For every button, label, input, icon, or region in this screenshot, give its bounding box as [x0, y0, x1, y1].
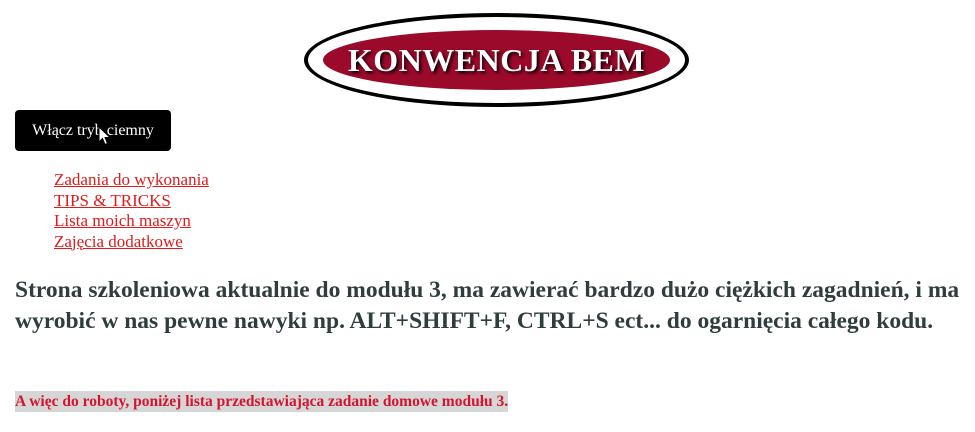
- nav-link-lista-maszyn[interactable]: Lista moich maszyn: [54, 211, 191, 230]
- nav-item: Zajęcia dodatkowe: [54, 232, 209, 253]
- page-heading: Strona szkoleniowa aktualnie do modułu 3…: [15, 277, 960, 334]
- nav-item: TIPS & TRICKS: [54, 191, 209, 212]
- nav-link-zajecia-dodatkowe[interactable]: Zajęcia dodatkowe: [54, 232, 183, 251]
- nav-item: Zadania do wykonania: [54, 170, 209, 191]
- logo-badge: KONWENCJA BEM: [304, 13, 689, 107]
- nav-item: Lista moich maszyn: [54, 211, 209, 232]
- nav-list: Zadania do wykonania TIPS & TRICKS Lista…: [54, 170, 209, 252]
- logo-inner-oval: KONWENCJA BEM: [323, 30, 670, 90]
- logo-text: KONWENCJA BEM: [347, 41, 646, 78]
- mouse-pointer-icon: [98, 126, 112, 146]
- section-intro: A więc do roboty, poniżej lista przedsta…: [15, 391, 509, 412]
- dark-mode-toggle-button[interactable]: Włącz tryb ciemny: [15, 110, 171, 151]
- page: KONWENCJA BEM Włącz tryb ciemny Zadania …: [0, 0, 975, 432]
- nav-link-zadania[interactable]: Zadania do wykonania: [54, 170, 209, 189]
- nav-link-tips-tricks[interactable]: TIPS & TRICKS: [54, 191, 171, 210]
